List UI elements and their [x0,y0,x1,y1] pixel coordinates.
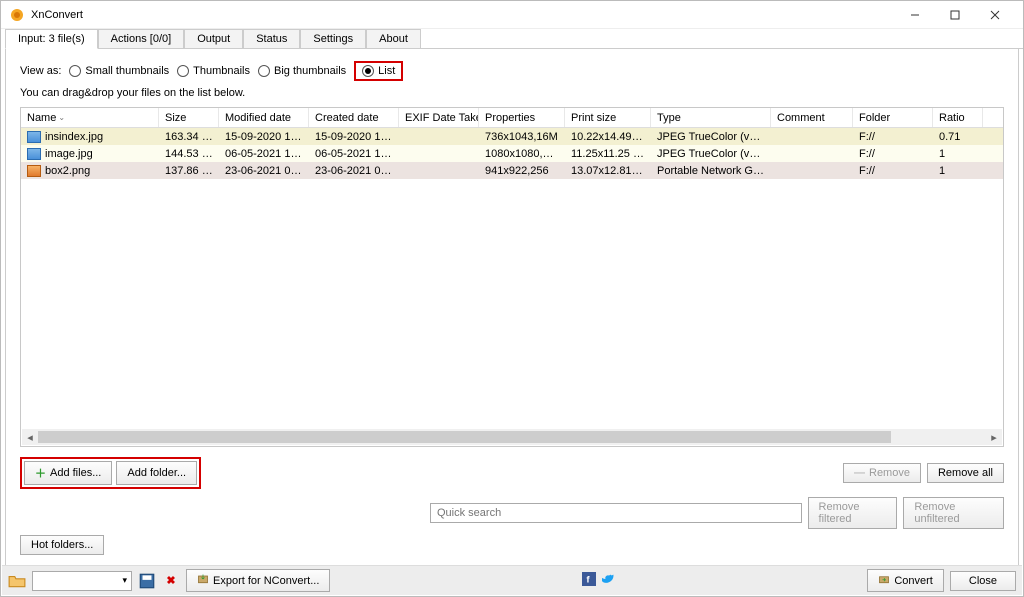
image-file-icon [27,148,41,160]
col-size[interactable]: Size [159,108,219,127]
remove-button[interactable]: — Remove [843,463,921,483]
tab-settings[interactable]: Settings [300,29,366,49]
horizontal-scrollbar[interactable]: ◂ ▸ [22,429,1002,445]
open-folder-icon[interactable] [8,572,26,590]
scroll-left-icon[interactable]: ◂ [22,429,38,445]
minus-icon: — [854,467,865,479]
col-properties[interactable]: Properties [479,108,565,127]
radio-list[interactable]: List [362,65,395,77]
col-exif-date[interactable]: EXIF Date Taken [399,108,479,127]
table-row[interactable]: image.jpg 144.53 KiB 06-05-2021 16:1... … [21,145,1003,162]
radio-thumbnails[interactable]: Thumbnails [177,65,250,77]
plus-icon: ＋ [35,465,46,481]
col-print-size[interactable]: Print size [565,108,651,127]
window-title: XnConvert [31,9,895,21]
remove-unfiltered-button[interactable]: Remove unfiltered [903,497,1004,529]
col-type[interactable]: Type [651,108,771,127]
tab-about[interactable]: About [366,29,421,49]
convert-icon [878,573,890,588]
app-icon [9,7,25,23]
col-created-date[interactable]: Created date [309,108,399,127]
remove-all-button[interactable]: Remove all [927,463,1004,483]
scroll-right-icon[interactable]: ▸ [986,429,1002,445]
sort-indicator-icon: ⌄ [58,113,65,122]
tab-actions[interactable]: Actions [0/0] [98,29,185,49]
drag-hint: You can drag&drop your files on the list… [20,87,1004,99]
facebook-icon[interactable]: f [582,572,596,589]
image-file-icon [27,165,41,177]
delete-preset-icon[interactable]: ✖ [162,572,180,590]
file-list[interactable]: Name⌄ Size Modified date Created date EX… [20,107,1004,447]
save-preset-icon[interactable] [138,572,156,590]
tab-output[interactable]: Output [184,29,243,49]
remove-filtered-button[interactable]: Remove filtered [808,497,898,529]
col-name[interactable]: Name⌄ [21,108,159,127]
search-input[interactable] [430,503,802,523]
view-as-label: View as: [20,65,61,77]
col-folder[interactable]: Folder [853,108,933,127]
preset-select[interactable]: ▾ [32,571,132,591]
add-folder-button[interactable]: Add folder... [116,461,197,485]
maximize-button[interactable] [935,1,975,29]
close-app-button[interactable]: Close [950,571,1016,591]
export-icon [197,573,209,588]
close-button[interactable] [975,1,1015,29]
image-file-icon [27,131,41,143]
tab-status[interactable]: Status [243,29,300,49]
col-modified-date[interactable]: Modified date [219,108,309,127]
chevron-down-icon: ▾ [122,575,127,586]
hot-folders-button[interactable]: Hot folders... [20,535,104,555]
col-comment[interactable]: Comment [771,108,853,127]
col-ratio[interactable]: Ratio [933,108,983,127]
radio-small-thumbnails[interactable]: Small thumbnails [69,65,169,77]
twitter-icon[interactable] [602,572,616,589]
tab-input[interactable]: Input: 3 file(s) [5,29,98,49]
table-row[interactable]: insindex.jpg 163.34 KiB 15-09-2020 17:4.… [21,128,1003,145]
minimize-button[interactable] [895,1,935,29]
add-files-button[interactable]: ＋ Add files... [24,461,112,485]
radio-big-thumbnails[interactable]: Big thumbnails [258,65,346,77]
export-nconvert-button[interactable]: Export for NConvert... [186,569,330,592]
convert-button[interactable]: Convert [867,569,944,592]
table-row[interactable]: box2.png 137.86 KiB 23-06-2021 02:4... 2… [21,162,1003,179]
